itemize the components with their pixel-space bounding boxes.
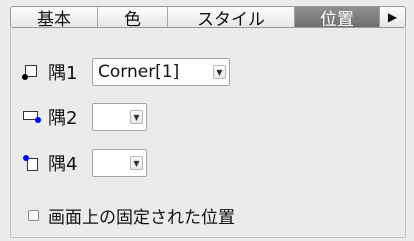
corner1-row: 隅1 Corner[1] ▼: [22, 58, 230, 86]
chevron-down-icon: ▼: [130, 110, 143, 124]
corner4-select[interactable]: ▼: [92, 149, 147, 177]
right-triangle-icon: ▶: [387, 10, 398, 24]
fixed-position-option[interactable]: 画面上の固定された位置: [28, 203, 235, 228]
corner-top-left-icon: [22, 155, 40, 171]
corner-bottom-right-icon: [22, 109, 41, 125]
corner2-select[interactable]: ▼: [92, 103, 147, 131]
corner1-value: Corner[1]: [98, 62, 180, 82]
chevron-down-icon: ▼: [213, 65, 226, 79]
corner-bottom-left-icon: [22, 64, 40, 80]
corner4-row: 隅4 ▼: [22, 149, 147, 177]
tab-color[interactable]: 色: [98, 7, 168, 27]
corner4-label: 隅4: [48, 154, 78, 175]
chevron-down-icon: ▼: [130, 156, 143, 170]
corner2-row: 隅2 ▼: [22, 103, 147, 131]
fixed-position-label: 画面上の固定された位置: [48, 208, 235, 228]
corner2-label: 隅2: [48, 108, 78, 129]
corner1-select[interactable]: Corner[1] ▼: [92, 58, 230, 86]
tab-overflow-button[interactable]: ▶: [380, 7, 405, 27]
tab-bar: 基本 色 スタイル 位置 ▶: [10, 6, 406, 28]
corner1-label: 隅1: [48, 63, 78, 84]
tab-position[interactable]: 位置: [295, 7, 380, 27]
tab-style[interactable]: スタイル: [168, 7, 295, 27]
fixed-position-checkbox[interactable]: [28, 210, 39, 221]
tab-basic[interactable]: 基本: [11, 7, 98, 27]
